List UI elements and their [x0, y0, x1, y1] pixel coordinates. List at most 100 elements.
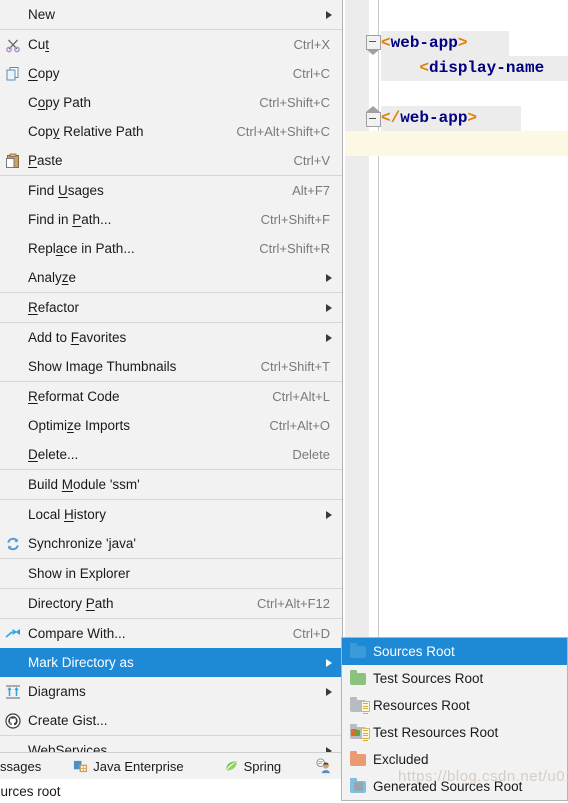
menu-item-accel: Ctrl+Shift+R	[259, 241, 330, 256]
menu-item-replace-in-path[interactable]: Replace in Path... Ctrl+Shift+R	[0, 234, 342, 263]
menu-item-create-gist[interactable]: Create Gist...	[0, 706, 342, 735]
menu-item-analyze[interactable]: Analyze	[0, 263, 342, 292]
analyze-icon	[0, 263, 26, 292]
chevron-right-icon	[326, 510, 332, 519]
refactor-icon	[0, 293, 26, 322]
menu-item-local-history[interactable]: Local History	[0, 500, 342, 529]
menu-item-add-to-favorites[interactable]: Add to Favorites	[0, 323, 342, 352]
menu-item-copy[interactable]: Copy Ctrl+C	[0, 59, 342, 88]
submenu-item-excluded[interactable]: Excluded	[342, 746, 567, 773]
spring-leaf-icon	[224, 759, 239, 774]
menu-item-show-in-explorer[interactable]: Show in Explorer	[0, 559, 342, 588]
menu-item-copy-relative-path[interactable]: Copy Relative Path Ctrl+Alt+Shift+C	[0, 117, 342, 146]
menu-item-accel: Ctrl+V	[293, 153, 330, 168]
menu-item-label: Find in Path...	[28, 212, 112, 227]
tool-window-java-enterprise[interactable]: Java Enterprise	[64, 753, 192, 779]
explorer-icon	[0, 559, 26, 588]
delete-icon	[0, 440, 26, 469]
menu-item-accel: Ctrl+Alt+L	[272, 389, 330, 404]
menu-item-accel: Ctrl+Shift+F	[260, 212, 330, 227]
menu-item-label: Mark Directory as	[28, 655, 134, 670]
optimize-imports-icon	[0, 411, 26, 440]
folder-orange-icon	[346, 746, 370, 773]
context-menu[interactable]: New Cut Ctrl+X Copy Ctrl+C Copy Path Ctr…	[0, 0, 343, 766]
submenu-item-resources-root[interactable]: Resources Root	[342, 692, 567, 719]
folder-generated-icon	[346, 773, 370, 800]
build-icon	[0, 470, 26, 499]
local-history-icon	[0, 500, 26, 529]
tool-window-spring[interactable]: Spring	[215, 753, 291, 779]
menu-item-label: Paste	[28, 153, 63, 168]
reformat-icon	[0, 382, 26, 411]
tool-window-label: Messages	[0, 758, 42, 774]
user-icon	[315, 757, 332, 775]
tool-window-messages[interactable]: Messages	[0, 753, 50, 779]
menu-item-diagrams[interactable]: Diagrams	[0, 677, 342, 706]
fold-marker-close-icon[interactable]	[366, 112, 381, 127]
submenu-item-label: Test Resources Root	[373, 725, 499, 740]
java-enterprise-icon	[73, 759, 88, 774]
menu-item-reformat-code[interactable]: Reformat Code Ctrl+Alt+L	[0, 382, 342, 411]
submenu-item-test-sources-root[interactable]: Test Sources Root	[342, 665, 567, 692]
menu-item-label: Create Gist...	[28, 713, 108, 728]
mark-directory-icon	[0, 648, 26, 677]
menu-item-find-in-path[interactable]: Find in Path... Ctrl+Shift+F	[0, 205, 342, 234]
menu-item-build-module[interactable]: Build Module 'ssm'	[0, 470, 342, 499]
directory-path-icon	[0, 589, 26, 618]
menu-item-label: Analyze	[28, 270, 77, 285]
status-bar-text: Sources root	[0, 783, 61, 799]
submenu-item-test-resources-root[interactable]: Test Resources Root	[342, 719, 567, 746]
current-line-highlight	[345, 131, 568, 156]
github-icon	[0, 706, 26, 735]
copy-relative-path-icon	[0, 117, 26, 146]
menu-item-label: Build Module 'ssm'	[28, 477, 140, 492]
menu-item-label: Local History	[28, 507, 107, 522]
menu-item-label: Refactor	[28, 300, 80, 315]
menu-item-delete[interactable]: Delete... Delete	[0, 440, 342, 469]
menu-item-cut[interactable]: Cut Ctrl+X	[0, 30, 342, 59]
chevron-right-icon	[326, 303, 332, 312]
menu-item-optimize-imports[interactable]: Optimize Imports Ctrl+Alt+O	[0, 411, 342, 440]
scissors-icon	[0, 30, 26, 59]
menu-item-paste[interactable]: Paste Ctrl+V	[0, 146, 342, 175]
submenu-item-label: Generated Sources Root	[373, 779, 523, 794]
menu-item-accel: Alt+F7	[292, 183, 330, 198]
menu-item-label: Replace in Path...	[28, 241, 135, 256]
menu-item-accel: Delete	[292, 447, 330, 462]
folder-blue-icon	[346, 638, 370, 665]
mark-directory-as-submenu[interactable]: Sources Root Test Sources Root Resources…	[341, 637, 568, 801]
menu-item-synchronize[interactable]: Synchronize 'java'	[0, 529, 342, 558]
menu-item-label: Reformat Code	[28, 389, 120, 404]
new-icon	[0, 0, 26, 29]
menu-item-accel: Ctrl+Alt+Shift+C	[236, 124, 330, 139]
menu-item-accel: Ctrl+X	[293, 37, 330, 52]
screen-root: <web-app> <display-name </web-app> New C…	[0, 0, 568, 803]
tool-window-label: Spring	[243, 758, 282, 774]
submenu-item-sources-root[interactable]: Sources Root	[342, 638, 567, 665]
menu-item-refactor[interactable]: Refactor	[0, 293, 342, 322]
menu-item-compare-with[interactable]: Compare With... Ctrl+D	[0, 619, 342, 648]
menu-item-find-usages[interactable]: Find Usages Alt+F7	[0, 176, 342, 205]
fold-marker-open-icon[interactable]	[366, 35, 381, 50]
menu-item-label: Show Image Thumbnails	[28, 359, 177, 374]
menu-item-accel: Ctrl+C	[292, 66, 330, 81]
menu-item-mark-directory-as[interactable]: Mark Directory as	[0, 648, 342, 677]
menu-item-label: Compare With...	[28, 626, 126, 641]
menu-item-label: Copy	[28, 66, 60, 81]
menu-item-label: Add to Favorites	[28, 330, 127, 345]
menu-item-label: Delete...	[28, 447, 79, 462]
menu-item-accel: Ctrl+Shift+C	[259, 95, 330, 110]
submenu-item-label: Test Sources Root	[373, 671, 484, 686]
menu-item-directory-path[interactable]: Directory Path Ctrl+Alt+F12	[0, 589, 342, 618]
submenu-item-generated-sources-root[interactable]: Generated Sources Root	[342, 773, 567, 800]
menu-item-copy-path[interactable]: Copy Path Ctrl+Shift+C	[0, 88, 342, 117]
diagram-icon	[0, 677, 26, 706]
compare-icon	[0, 619, 26, 648]
menu-item-new[interactable]: New	[0, 0, 342, 29]
submenu-item-label: Sources Root	[373, 644, 455, 659]
submenu-item-label: Resources Root	[373, 698, 470, 713]
clipboard-icon	[0, 146, 26, 175]
code-line-2: <display-name	[419, 59, 545, 77]
fold-marker-close-tip-icon	[366, 106, 380, 112]
menu-item-show-image-thumbnails[interactable]: Show Image Thumbnails Ctrl+Shift+T	[0, 352, 342, 381]
